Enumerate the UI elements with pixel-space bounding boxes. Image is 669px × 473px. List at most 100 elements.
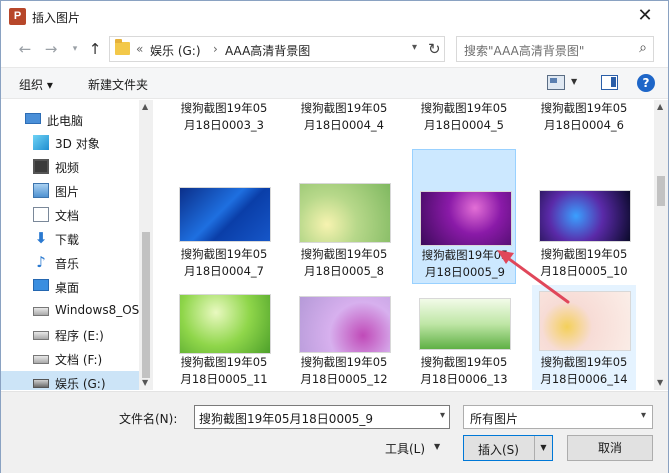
sidebar-item-pictures[interactable]: 图片 xyxy=(1,179,139,203)
scroll-up-icon[interactable]: ▲ xyxy=(142,102,148,111)
file-list-scroll-thumb[interactable] xyxy=(657,176,665,206)
search-icon[interactable]: ⌕ xyxy=(639,40,647,56)
download-icon: ⬇ xyxy=(34,229,48,247)
file-name: 搜狗截图19年05 月18日0004_7 xyxy=(180,247,268,278)
address-bar[interactable]: « 娱乐 (G:) › AAA高清背景图 ▾ ↻ xyxy=(109,36,445,62)
refresh-icon[interactable]: ↻ xyxy=(428,40,441,58)
change-view-icon[interactable] xyxy=(547,75,565,90)
new-folder-button[interactable]: 新建文件夹 xyxy=(88,76,148,93)
file-name: 搜狗截图19年05 月18日0006_13 xyxy=(420,355,508,386)
breadcrumb-folder[interactable]: AAA高清背景图 xyxy=(225,42,310,59)
command-bar: 组织 ▾ 新建文件夹 ▼ ? xyxy=(1,67,668,99)
file-name: 搜狗截图19年05 月18日0004_6 xyxy=(540,101,628,132)
file-name: 搜狗截图19年05 月18日0005_12 xyxy=(300,355,388,386)
sidebar-item-videos[interactable]: 视频 xyxy=(1,155,139,179)
file-thumbnail xyxy=(539,190,631,242)
preview-pane-icon[interactable] xyxy=(601,75,618,90)
file-type-select[interactable]: 所有图片 ▾ xyxy=(463,405,653,429)
file-item[interactable]: 搜狗截图19年05 月18日0004_7 xyxy=(172,150,276,278)
breadcrumb-drive[interactable]: 娱乐 (G:) xyxy=(150,42,201,59)
cancel-button[interactable]: 取消 xyxy=(567,435,653,461)
forward-arrow-icon[interactable]: → xyxy=(41,39,61,59)
file-item[interactable]: 搜狗截图19年05 月18日0005_12 xyxy=(292,288,396,390)
insert-button-label: 插入(S) xyxy=(478,443,519,457)
sidebar-item-music[interactable]: ♪ 音乐 xyxy=(1,251,139,275)
file-name: 搜狗截图19年05 月18日0003_3 xyxy=(180,101,268,132)
back-arrow-icon[interactable]: ← xyxy=(15,39,35,59)
file-item[interactable]: 搜狗截图19年05 月18日0006_14 xyxy=(532,285,636,390)
insert-button[interactable]: 插入(S) ▼ xyxy=(463,435,553,461)
scroll-up-icon[interactable]: ▲ xyxy=(657,102,663,111)
file-item-selected[interactable]: 搜狗截图19年05 月18日0005_9 xyxy=(412,149,516,284)
file-thumbnail xyxy=(299,296,391,353)
file-type-chevron-icon: ▾ xyxy=(640,410,646,421)
computer-icon xyxy=(25,113,41,124)
drive-icon xyxy=(33,331,49,340)
file-item[interactable]: 搜狗截图19年05 月18日0005_10 xyxy=(532,150,636,278)
filename-field[interactable]: 搜狗截图19年05月18日0005_9 ▾ xyxy=(194,405,450,429)
tools-button[interactable]: 工具(L) xyxy=(385,440,425,457)
dialog-footer: 文件名(N): 搜狗截图19年05月18日0005_9 ▾ 所有图片 ▾ 工具(… xyxy=(1,391,668,473)
sidebar-item-label: 此电脑 xyxy=(47,114,84,128)
window-title: 插入图片 xyxy=(32,11,81,25)
insert-options-chevron-icon[interactable]: ▼ xyxy=(534,436,552,460)
sidebar-item-documents[interactable]: 文档 xyxy=(1,203,139,227)
sidebar-item-desktop[interactable]: 桌面 xyxy=(1,275,139,299)
file-name: 搜狗截图19年05 月18日0005_10 xyxy=(540,247,628,278)
sidebar-item-3d-objects[interactable]: 3D 对象 xyxy=(1,131,139,155)
documents-icon xyxy=(33,207,49,222)
scroll-down-icon[interactable]: ▼ xyxy=(657,378,663,387)
sidebar-item-windows8-os[interactable]: Windows8_OS xyxy=(1,299,139,323)
music-icon: ♪ xyxy=(36,253,46,271)
powerpoint-app-icon: P xyxy=(9,8,26,25)
help-icon[interactable]: ? xyxy=(637,74,655,92)
sidebar-item-label: 音乐 xyxy=(55,257,80,271)
file-name: 搜狗截图19年05 月18日0004_4 xyxy=(300,101,388,132)
sidebar-item-this-pc[interactable]: 此电脑 xyxy=(1,108,139,132)
file-item[interactable]: 搜狗截图19年05 月18日0004_4 xyxy=(292,100,396,140)
sidebar-item-drive-e[interactable]: 程序 (E:) xyxy=(1,323,139,347)
file-item[interactable]: 搜狗截图19年05 月18日0004_5 xyxy=(412,100,516,140)
address-dropdown-icon[interactable]: ▾ xyxy=(412,42,417,53)
organize-button[interactable]: 组织 ▾ xyxy=(19,76,53,93)
file-item[interactable]: 搜狗截图19年05 月18日0003_3 xyxy=(172,100,276,140)
file-item[interactable]: 搜狗截图19年05 月18日0005_8 xyxy=(292,150,396,278)
search-placeholder: 搜索"AAA高清背景图" xyxy=(464,44,585,58)
file-item[interactable]: 搜狗截图19年05 月18日0006_13 xyxy=(412,288,516,390)
file-thumbnail xyxy=(299,183,391,243)
filename-label: 文件名(N): xyxy=(119,412,178,426)
file-list-scrollbar[interactable]: ▲ ▼ xyxy=(654,100,668,390)
sidebar-item-label: 娱乐 (G:) xyxy=(55,377,106,390)
sidebar-item-label: 视频 xyxy=(55,161,80,175)
file-name: 搜狗截图19年05 月18日0004_5 xyxy=(420,101,508,132)
tools-chevron-icon[interactable]: ▼ xyxy=(434,442,440,451)
recent-locations-chevron-icon[interactable]: ▾ xyxy=(65,39,85,59)
view-options-chevron-icon[interactable]: ▼ xyxy=(571,77,577,86)
drive-icon xyxy=(33,355,49,364)
drive-icon xyxy=(33,307,49,316)
sidebar-item-downloads[interactable]: ⬇ 下载 xyxy=(1,227,139,251)
up-arrow-icon[interactable]: ↑ xyxy=(85,39,105,59)
file-item[interactable]: 搜狗截图19年05 月18日0005_11 xyxy=(172,288,276,390)
filename-dropdown-icon[interactable]: ▾ xyxy=(440,410,445,421)
search-box[interactable]: 搜索"AAA高清背景图" ⌕ xyxy=(456,36,654,62)
sidebar-item-label: 程序 (E:) xyxy=(55,329,104,343)
close-icon[interactable]: ✕ xyxy=(622,1,668,32)
breadcrumb-overflow[interactable]: « xyxy=(136,42,143,56)
sidebar-scroll-thumb[interactable] xyxy=(142,232,150,378)
sidebar-item-drive-f[interactable]: 文档 (F:) xyxy=(1,347,139,371)
file-type-value: 所有图片 xyxy=(470,412,519,426)
file-item[interactable]: 搜狗截图19年05 月18日0004_6 xyxy=(532,100,636,140)
sidebar-item-label: 图片 xyxy=(55,185,80,199)
scroll-down-icon[interactable]: ▼ xyxy=(142,378,148,387)
folder-icon xyxy=(115,39,130,55)
sidebar-scrollbar[interactable]: ▲ ▼ xyxy=(139,100,153,390)
pictures-icon xyxy=(33,183,49,198)
file-name: 搜狗截图19年05 月18日0005_8 xyxy=(300,247,388,278)
sidebar-item-label: Windows8_OS xyxy=(55,303,140,317)
sidebar-item-label: 文档 xyxy=(55,209,80,223)
file-thumbnail xyxy=(179,187,271,242)
sidebar-item-drive-g[interactable]: 娱乐 (G:) xyxy=(1,371,139,390)
title-bar: P 插入图片 ✕ xyxy=(1,1,668,32)
file-name: 搜狗截图19年05 月18日0006_14 xyxy=(540,355,628,386)
